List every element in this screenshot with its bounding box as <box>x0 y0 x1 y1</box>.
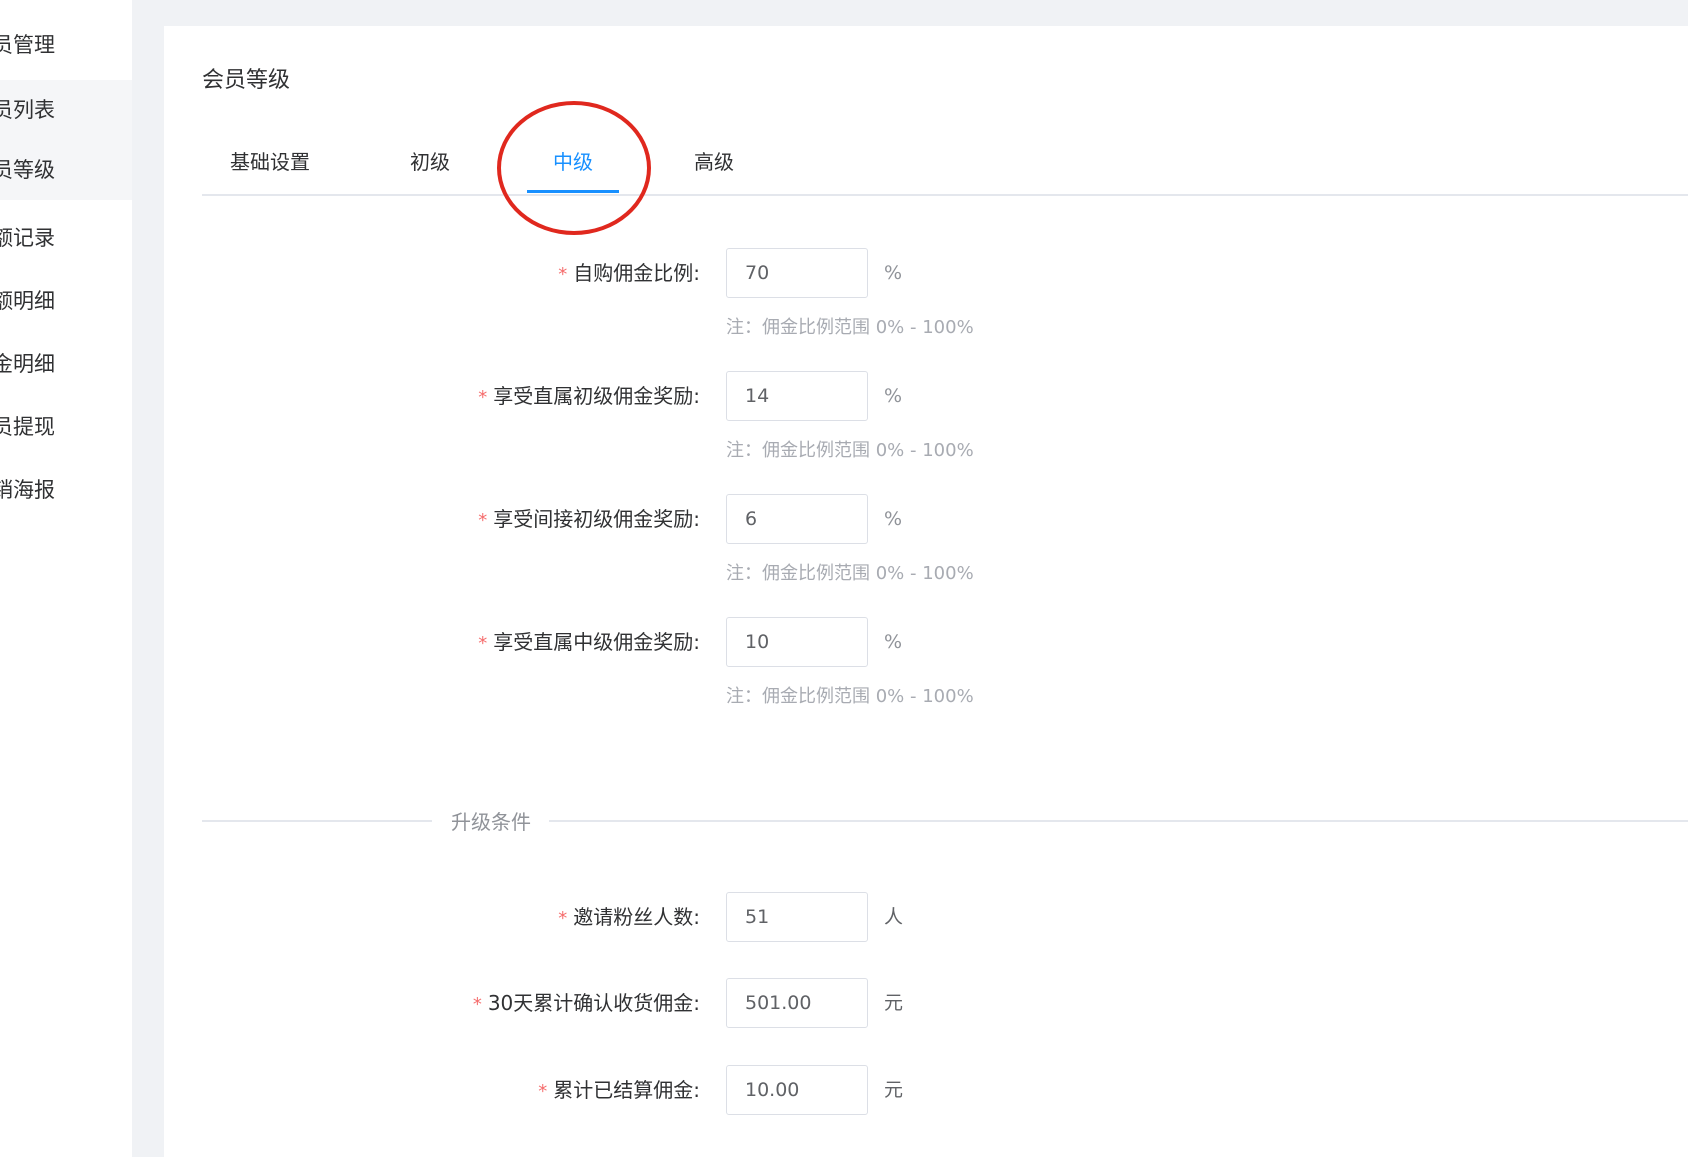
commission-range-hint: 注：佣金比例范围 0% - 100% <box>726 686 974 707</box>
yuan-unit: 元 <box>884 992 904 1014</box>
sidebar-item-label: 销海报 <box>0 478 55 502</box>
direct-intermediate-reward-input[interactable] <box>726 617 868 667</box>
required-mark: * <box>472 994 482 1015</box>
sidebar-item-label: 员提现 <box>0 415 55 439</box>
sidebar-item-member-withdraw[interactable]: 员提现 <box>0 397 132 457</box>
direct-intermediate-reward-label: * 享受直属中级佣金奖励: <box>478 630 700 654</box>
commission-range-hint: 注：佣金比例范围 0% - 100% <box>726 440 974 461</box>
self-purchase-commission-input[interactable] <box>726 248 868 298</box>
settled-commission-total-input[interactable] <box>726 1065 868 1115</box>
sidebar-item-label: 员列表 <box>0 98 55 122</box>
yuan-unit: 元 <box>884 1079 904 1101</box>
tab-intermediate[interactable]: 中级 <box>547 140 599 192</box>
person-unit: 人 <box>884 906 904 928</box>
sidebar-item-member-level[interactable]: 员等级 <box>0 140 132 200</box>
tab-junior[interactable]: 初级 <box>404 140 456 192</box>
sidebar-item-marketing-poster[interactable]: 销海报 <box>0 460 132 520</box>
settled-commission-total-label: * 累计已结算佣金: <box>538 1078 700 1102</box>
direct-junior-reward-label: * 享受直属初级佣金奖励: <box>478 384 700 408</box>
divider-line-right <box>549 820 1688 822</box>
sidebar-item-member-list[interactable]: 员列表 <box>0 80 132 140</box>
sidebar-item-member-management[interactable]: 员管理 <box>0 15 132 75</box>
required-mark: * <box>558 264 568 285</box>
percent-unit: % <box>884 508 903 530</box>
required-mark: * <box>478 633 488 654</box>
sidebar: 员管理 员列表 员等级 额记录 额明细 金明细 员提现 销海报 <box>0 0 132 1157</box>
invite-fans-count-input[interactable] <box>726 892 868 942</box>
tab-basic-settings[interactable]: 基础设置 <box>228 140 312 192</box>
invite-fans-count-label: * 邀请粉丝人数: <box>558 905 700 929</box>
sidebar-item-label: 额明细 <box>0 289 55 313</box>
required-mark: * <box>538 1081 548 1102</box>
required-mark: * <box>478 510 488 531</box>
percent-unit: % <box>884 262 903 284</box>
indirect-junior-reward-label: * 享受间接初级佣金奖励: <box>478 507 700 531</box>
app-root: 员管理 员列表 员等级 额记录 额明细 金明细 员提现 销海报 会员等级 基础设… <box>0 0 1688 1157</box>
percent-unit: % <box>884 631 903 653</box>
page-title: 会员等级 <box>202 68 291 93</box>
upgrade-conditions-heading: 升级条件 <box>451 810 531 834</box>
required-mark: * <box>478 387 488 408</box>
sidebar-item-commission-detail[interactable]: 金明细 <box>0 334 132 394</box>
thirty-day-confirmed-commission-label: * 30天累计确认收货佣金: <box>472 991 700 1015</box>
self-purchase-commission-label: * 自购佣金比例: <box>558 261 700 285</box>
sidebar-item-label: 员管理 <box>0 33 55 57</box>
sidebar-item-label: 金明细 <box>0 352 55 376</box>
commission-range-hint: 注：佣金比例范围 0% - 100% <box>726 317 974 338</box>
sidebar-item-balance-detail[interactable]: 额明细 <box>0 271 132 331</box>
percent-unit: % <box>884 385 903 407</box>
required-mark: * <box>558 908 568 929</box>
direct-junior-reward-input[interactable] <box>726 371 868 421</box>
active-tab-indicator <box>527 190 619 193</box>
thirty-day-confirmed-commission-input[interactable] <box>726 978 868 1028</box>
sidebar-item-balance-record[interactable]: 额记录 <box>0 208 132 268</box>
sidebar-item-label: 额记录 <box>0 226 55 250</box>
tab-senior[interactable]: 高级 <box>688 140 740 192</box>
commission-range-hint: 注：佣金比例范围 0% - 100% <box>726 563 974 584</box>
indirect-junior-reward-input[interactable] <box>726 494 868 544</box>
sidebar-item-label: 员等级 <box>0 158 55 182</box>
divider-line-left <box>202 820 432 822</box>
